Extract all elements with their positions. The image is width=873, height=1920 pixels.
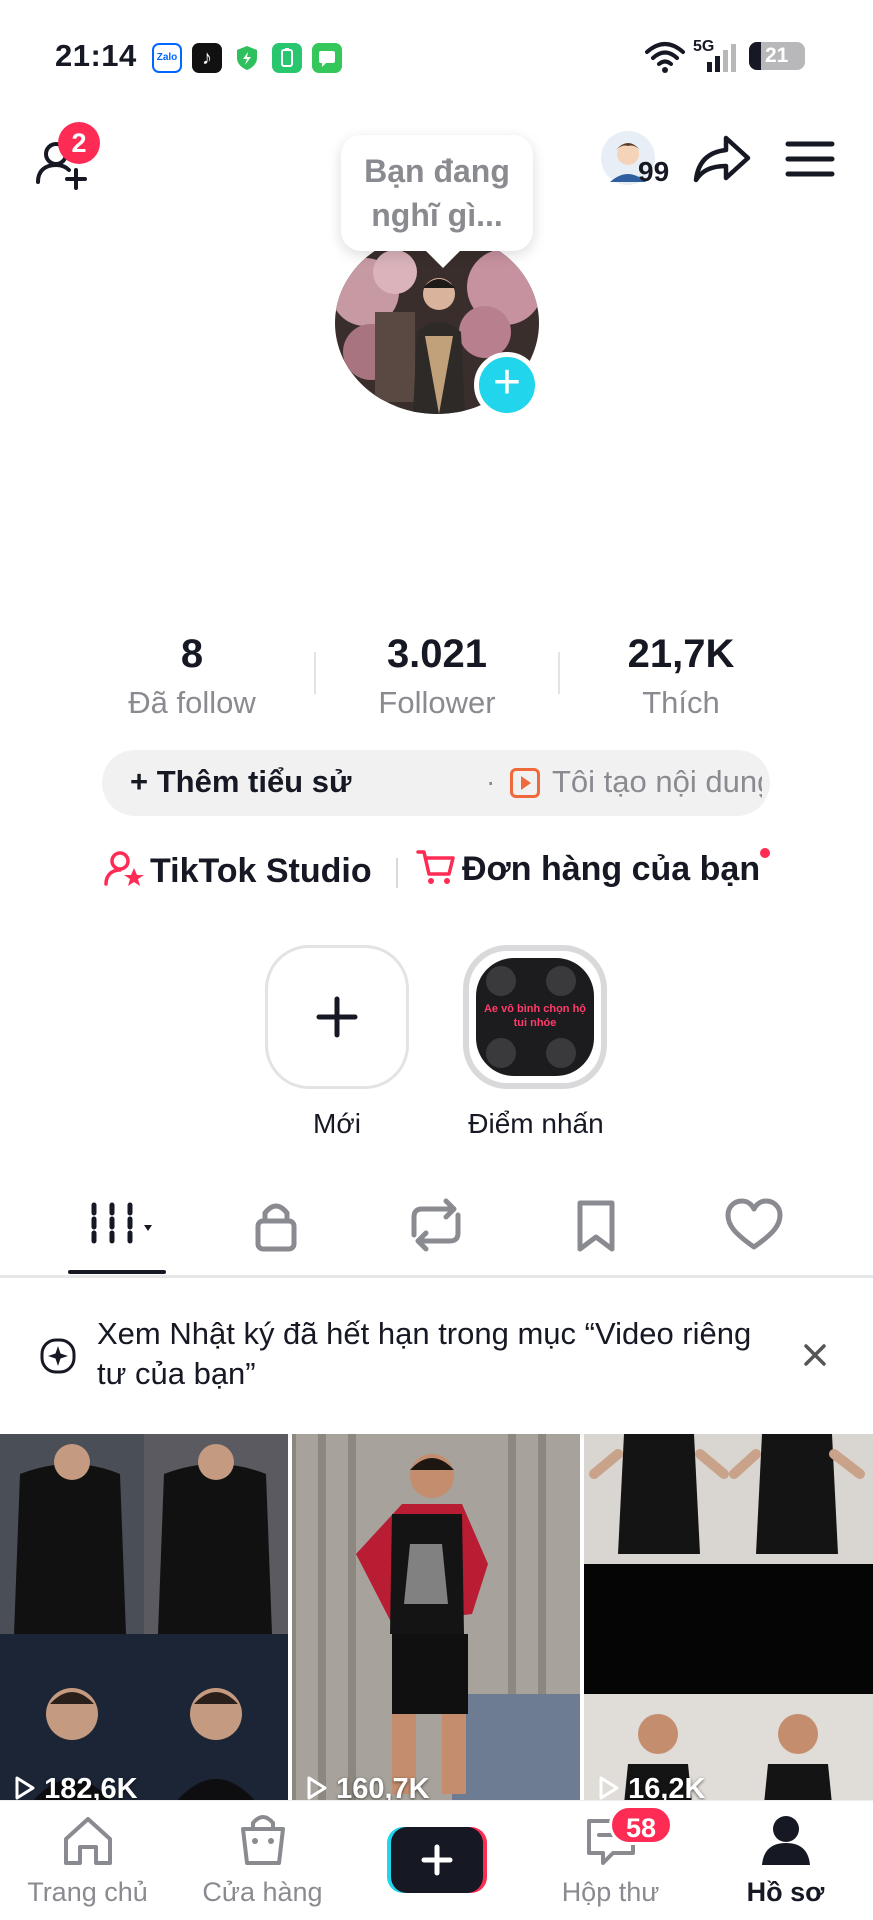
battery-icon: 21 xyxy=(749,42,805,70)
share-profile-button[interactable] xyxy=(692,130,754,186)
avatar-badge-count: 99 xyxy=(638,156,670,187)
stat-followers[interactable]: 3.021 Follower xyxy=(317,632,557,721)
nav-shop[interactable]: Cửa hàng xyxy=(175,1801,350,1920)
status-bar: 21:14 Zalo ♪ 5G 21 xyxy=(0,0,873,110)
plus-icon xyxy=(421,1844,453,1876)
follow-request-badge: 2 xyxy=(58,122,100,164)
creator-icon xyxy=(104,851,144,886)
bio-separator: · xyxy=(486,766,496,797)
share-icon xyxy=(693,135,751,183)
new-highlight-button[interactable] xyxy=(265,945,409,1089)
tab-liked[interactable] xyxy=(694,1195,814,1265)
stat-followers-value: 3.021 xyxy=(386,632,488,676)
nav-create[interactable] xyxy=(349,1801,524,1920)
sparkle-icon xyxy=(40,1338,76,1374)
expired-notice[interactable]: Xem Nhật ký đã hết hạn trong mục “Video … xyxy=(0,1278,873,1434)
orders-label: Đơn hàng của bạn xyxy=(462,850,761,888)
zalo-icon: Zalo xyxy=(152,43,182,73)
add-story-button[interactable]: + xyxy=(474,352,540,418)
grid-icon xyxy=(91,1202,152,1248)
bio-pill[interactable]: + Thêm tiểu sử · Tôi tạo nội dung v... xyxy=(102,750,770,816)
nav-inbox[interactable]: 58 Hộp thư xyxy=(523,1801,698,1920)
tiktok-studio-link[interactable]: TikTok Studio xyxy=(104,848,372,891)
play-icon xyxy=(599,1776,619,1800)
cart-icon xyxy=(416,850,455,884)
bottom-nav: Trang chủ Cửa hàng 58 Hộp thư Hồ sơ xyxy=(0,1800,873,1920)
stat-following-value: 8 xyxy=(180,632,204,676)
hamburger-icon xyxy=(785,141,835,177)
menu-button[interactable] xyxy=(784,136,836,182)
status-indicators: 5G 21 xyxy=(643,38,813,74)
play-icon xyxy=(15,1776,35,1800)
nav-inbox-label: Hộp thư xyxy=(561,1877,660,1907)
orders-notification-dot xyxy=(760,848,771,858)
add-bio-label[interactable]: + Thêm tiểu sử xyxy=(130,764,351,800)
stat-likes-value: 21,7K xyxy=(627,632,735,676)
message-app-icon xyxy=(312,43,342,73)
bubble-line-1: Bạn đang xyxy=(364,153,510,189)
plus-icon xyxy=(316,996,358,1038)
battery-level: 21 xyxy=(765,44,789,67)
tiktok-icon: ♪ xyxy=(192,43,222,73)
video-tile[interactable]: 16,2K xyxy=(584,1434,873,1804)
stat-followers-label: Follower xyxy=(378,685,496,720)
status-time: 21:14 xyxy=(55,38,137,73)
create-button xyxy=(387,1827,487,1893)
featured-caption: Ae vô bình chọn hộ tui nhóe xyxy=(483,1003,587,1029)
nav-home-label: Trang chủ xyxy=(27,1877,148,1907)
orders-link[interactable]: Đơn hàng của bạn xyxy=(416,848,771,889)
home-icon xyxy=(64,1817,112,1865)
video-icon xyxy=(510,768,540,798)
nav-profile-label: Hồ sơ xyxy=(746,1877,825,1907)
active-tab-indicator xyxy=(68,1270,166,1274)
tab-saved[interactable] xyxy=(536,1195,656,1265)
stat-following-label: Đã follow xyxy=(128,685,256,720)
shopping-bag-icon xyxy=(241,1815,285,1865)
nav-home[interactable]: Trang chủ xyxy=(0,1801,175,1920)
close-icon[interactable] xyxy=(800,1340,830,1370)
bubble-line-2: nghĩ gì... xyxy=(371,197,503,233)
lock-icon xyxy=(255,1203,297,1252)
stat-divider xyxy=(314,652,316,694)
status-bubble[interactable]: Bạn đang nghĩ gì... xyxy=(341,135,533,251)
video-tile[interactable]: 160,7K xyxy=(292,1434,580,1804)
stat-divider xyxy=(558,652,560,694)
tab-videos[interactable] xyxy=(66,1195,186,1265)
bio-description[interactable]: Tôi tạo nội dung v... xyxy=(552,764,762,800)
play-icon xyxy=(307,1776,327,1800)
nav-shop-label: Cửa hàng xyxy=(202,1877,323,1907)
tab-private[interactable] xyxy=(216,1195,336,1265)
stat-following[interactable]: 8 Đã follow xyxy=(72,632,312,721)
bookmark-icon xyxy=(577,1200,615,1252)
inbox-badge: 58 xyxy=(609,1805,673,1845)
tab-reposts[interactable] xyxy=(376,1195,496,1265)
signal-icon xyxy=(707,44,736,72)
notice-text: Xem Nhật ký đã hết hạn trong mục “Video … xyxy=(97,1316,752,1391)
shield-icon xyxy=(232,43,262,73)
heart-icon xyxy=(725,1198,783,1250)
battery-app-icon xyxy=(272,43,302,73)
video-tile[interactable]: 182,6K xyxy=(0,1434,288,1804)
stat-likes-label: Thích xyxy=(642,685,720,720)
featured-highlight[interactable]: Ae vô bình chọn hộ tui nhóe xyxy=(463,945,607,1089)
repost-icon xyxy=(411,1198,461,1252)
add-friend-button[interactable]: 2 xyxy=(32,122,102,192)
featured-thumbnail: Ae vô bình chọn hộ tui nhóe xyxy=(476,958,594,1076)
stat-likes[interactable]: 21,7K Thích xyxy=(561,632,801,721)
new-highlight-label: Mới xyxy=(313,1108,361,1139)
profile-icon xyxy=(762,1816,810,1865)
tiktok-studio-label: TikTok Studio xyxy=(150,852,372,890)
wifi-icon xyxy=(645,42,685,73)
featured-highlight-label: Điểm nhấn xyxy=(468,1108,604,1139)
profile-avatar-mini[interactable]: 99 xyxy=(600,130,680,190)
link-divider xyxy=(396,858,398,888)
nav-profile[interactable]: Hồ sơ xyxy=(698,1801,873,1920)
